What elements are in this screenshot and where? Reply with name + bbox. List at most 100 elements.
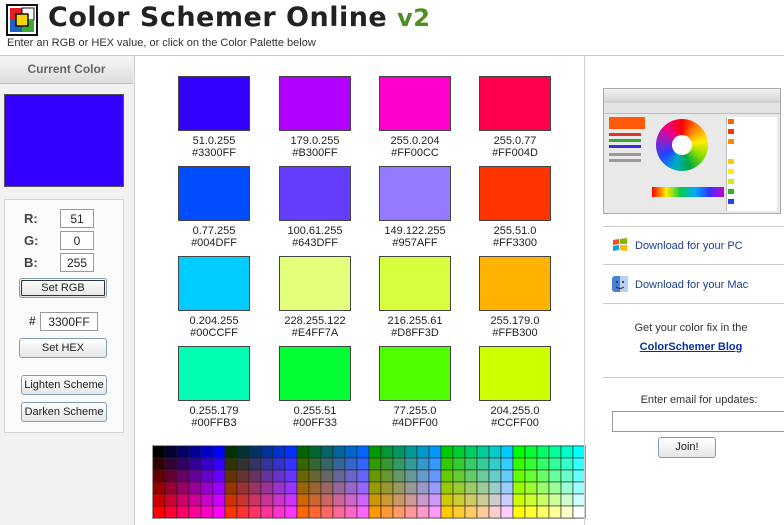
- palette-cell[interactable]: [272, 446, 286, 459]
- palette-cell[interactable]: [536, 493, 550, 507]
- palette-cell[interactable]: [368, 446, 382, 459]
- palette-cell[interactable]: [212, 457, 226, 471]
- palette-cell[interactable]: [416, 457, 430, 471]
- palette-cell[interactable]: [380, 457, 394, 471]
- palette-cell[interactable]: [164, 493, 178, 507]
- palette-cell[interactable]: [176, 469, 190, 483]
- palette-cell[interactable]: [272, 505, 286, 518]
- palette-cell[interactable]: [536, 469, 550, 483]
- palette-cell[interactable]: [524, 505, 538, 518]
- scheme-swatch-cell[interactable]: 0.77.255 #004DFF: [178, 166, 250, 249]
- palette-cell[interactable]: [548, 481, 562, 495]
- palette-cell[interactable]: [212, 505, 226, 518]
- palette-cell[interactable]: [224, 505, 238, 518]
- color-swatch[interactable]: [379, 256, 451, 311]
- palette-cell[interactable]: [176, 493, 190, 507]
- palette-cell[interactable]: [164, 457, 178, 471]
- palette-cell[interactable]: [440, 446, 454, 459]
- palette-cell[interactable]: [416, 505, 430, 518]
- scheme-swatch-cell[interactable]: 51.0.255 #3300FF: [178, 76, 250, 159]
- palette-cell[interactable]: [284, 446, 298, 459]
- palette-cell[interactable]: [320, 505, 334, 518]
- palette-cell[interactable]: [464, 481, 478, 495]
- palette-cell[interactable]: [236, 481, 250, 495]
- palette-cell[interactable]: [500, 446, 514, 459]
- palette-cell[interactable]: [308, 493, 322, 507]
- palette-cell[interactable]: [488, 457, 502, 471]
- palette-cell[interactable]: [536, 446, 550, 459]
- palette-cell[interactable]: [153, 457, 166, 471]
- palette-cell[interactable]: [524, 446, 538, 459]
- palette-cell[interactable]: [476, 493, 490, 507]
- palette-cell[interactable]: [272, 493, 286, 507]
- set-hex-button[interactable]: Set HEX: [19, 338, 107, 358]
- palette-cell[interactable]: [296, 481, 310, 495]
- color-swatch[interactable]: [178, 76, 250, 131]
- color-swatch[interactable]: [178, 166, 250, 221]
- scheme-swatch-cell[interactable]: 149.122.255 #957AFF: [379, 166, 451, 249]
- palette-cell[interactable]: [416, 493, 430, 507]
- palette-cell[interactable]: [236, 505, 250, 518]
- palette-cell[interactable]: [392, 493, 406, 507]
- palette-cell[interactable]: [524, 457, 538, 471]
- palette-cell[interactable]: [320, 469, 334, 483]
- palette-cell[interactable]: [512, 446, 526, 459]
- color-swatch[interactable]: [178, 256, 250, 311]
- palette-cell[interactable]: [260, 505, 274, 518]
- palette-cell[interactable]: [248, 457, 262, 471]
- palette-cell[interactable]: [392, 469, 406, 483]
- b-field[interactable]: [60, 253, 94, 272]
- palette-cell[interactable]: [332, 505, 346, 518]
- palette-cell[interactable]: [440, 505, 454, 518]
- palette-cell[interactable]: [452, 446, 466, 459]
- palette-cell[interactable]: [476, 469, 490, 483]
- palette-cell[interactable]: [416, 469, 430, 483]
- palette-cell[interactable]: [284, 481, 298, 495]
- palette-cell[interactable]: [404, 505, 418, 518]
- blog-link[interactable]: ColorSchemer Blog: [603, 341, 779, 353]
- palette-cell[interactable]: [284, 493, 298, 507]
- palette-cell[interactable]: [200, 457, 214, 471]
- palette-cell[interactable]: [224, 469, 238, 483]
- palette-cell[interactable]: [344, 493, 358, 507]
- palette-cell[interactable]: [164, 469, 178, 483]
- palette-cell[interactable]: [500, 481, 514, 495]
- palette-cell[interactable]: [476, 481, 490, 495]
- palette-cell[interactable]: [500, 493, 514, 507]
- palette-cell[interactable]: [200, 505, 214, 518]
- palette-cell[interactable]: [560, 469, 574, 483]
- palette-cell[interactable]: [380, 493, 394, 507]
- palette-cell[interactable]: [272, 469, 286, 483]
- palette-cell[interactable]: [548, 469, 562, 483]
- palette-cell[interactable]: [296, 457, 310, 471]
- palette-cell[interactable]: [368, 469, 382, 483]
- palette-cell[interactable]: [284, 457, 298, 471]
- color-swatch[interactable]: [279, 76, 351, 131]
- palette-cell[interactable]: [356, 469, 370, 483]
- palette-cell[interactable]: [332, 493, 346, 507]
- palette-cell[interactable]: [248, 481, 262, 495]
- palette-cell[interactable]: [308, 469, 322, 483]
- palette-cell[interactable]: [452, 469, 466, 483]
- palette-cell[interactable]: [452, 481, 466, 495]
- palette-cell[interactable]: [500, 505, 514, 518]
- palette-cell[interactable]: [260, 481, 274, 495]
- palette-cell[interactable]: [236, 469, 250, 483]
- palette-cell[interactable]: [212, 481, 226, 495]
- palette-cell[interactable]: [380, 481, 394, 495]
- palette-cell[interactable]: [188, 457, 202, 471]
- palette-cell[interactable]: [308, 505, 322, 518]
- palette-cell[interactable]: [236, 446, 250, 459]
- download-mac-link[interactable]: Download for your Mac: [635, 279, 748, 291]
- palette-cell[interactable]: [236, 493, 250, 507]
- palette-cell[interactable]: [380, 505, 394, 518]
- palette-cell[interactable]: [200, 481, 214, 495]
- palette-cell[interactable]: [356, 493, 370, 507]
- palette-cell[interactable]: [260, 446, 274, 459]
- palette-cell[interactable]: [428, 505, 442, 518]
- palette-cell[interactable]: [452, 493, 466, 507]
- palette-cell[interactable]: [296, 446, 310, 459]
- palette-cell[interactable]: [536, 481, 550, 495]
- palette-cell[interactable]: [512, 457, 526, 471]
- palette-cell[interactable]: [524, 481, 538, 495]
